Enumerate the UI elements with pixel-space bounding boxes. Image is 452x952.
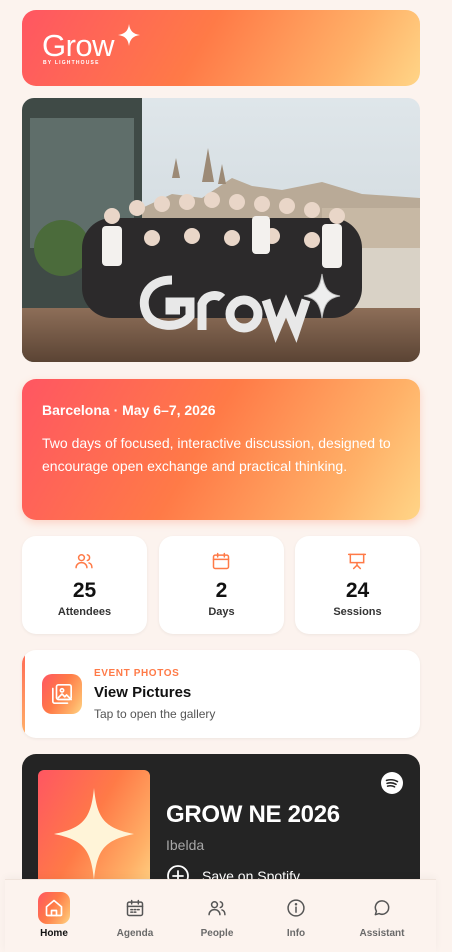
- stat-label: Days: [208, 606, 235, 618]
- logo-wordmark: Grow: [42, 28, 115, 63]
- nav-item-agenda[interactable]: Agenda: [100, 880, 170, 952]
- event-group-photo: [22, 98, 420, 362]
- event-date-location: Barcelona · May 6–7, 2026: [42, 402, 216, 418]
- nav-label: People: [200, 928, 234, 939]
- event-description: Two days of focused, interactive discuss…: [42, 435, 391, 474]
- photos-subtitle: Tap to open the gallery: [94, 707, 216, 721]
- sparkle-icon: [118, 24, 140, 46]
- spotify-icon[interactable]: [381, 772, 403, 794]
- playlist-artist[interactable]: Ibelda: [166, 837, 204, 853]
- nav-label: Info: [286, 928, 306, 939]
- home-icon: [45, 899, 63, 917]
- nav-item-assistant[interactable]: Assistant: [347, 880, 417, 952]
- event-info-card: Barcelona · May 6–7, 2026 Two days of fo…: [22, 379, 420, 520]
- header-banner: Grow BY LIGHTHOUSE: [22, 10, 420, 86]
- gallery-icon-tile: [42, 674, 82, 714]
- stat-label: Sessions: [333, 606, 382, 618]
- chat-icon-tile: [366, 892, 398, 924]
- logo-subtitle: BY LIGHTHOUSE: [43, 60, 100, 66]
- nav-label: Agenda: [116, 928, 154, 939]
- calendar-icon: [212, 552, 230, 570]
- nav-item-people[interactable]: People: [182, 880, 252, 952]
- people-icon: [75, 554, 93, 569]
- nav-label: Assistant: [359, 928, 405, 939]
- nav-item-home[interactable]: Home: [19, 880, 89, 952]
- calendar-icon-tile: [119, 892, 151, 924]
- chat-icon: [374, 900, 390, 916]
- playlist-title: GROW NE 2026: [166, 801, 340, 828]
- nav-label: Home: [40, 928, 68, 939]
- presentation-icon: [347, 553, 367, 570]
- nav-item-info[interactable]: Info: [261, 880, 331, 952]
- sparkle-icon: [54, 788, 134, 880]
- photos-eyebrow: EVENT PHOTOS: [94, 668, 180, 679]
- calendar-icon: [126, 899, 144, 917]
- info-icon: [287, 899, 305, 917]
- people-icon-tile: [201, 892, 233, 924]
- stat-value: 2: [215, 579, 228, 602]
- grow-logo[interactable]: Grow BY LIGHTHOUSE: [42, 24, 152, 76]
- gallery-icon: [52, 684, 72, 704]
- people-icon: [208, 901, 226, 916]
- stat-attendees: 25 Attendees: [22, 536, 147, 634]
- card-accent-bar: [22, 650, 25, 738]
- bottom-nav: Home Agenda People Info Assistant: [5, 879, 436, 952]
- info-icon-tile: [280, 892, 312, 924]
- stat-value: 24: [345, 579, 370, 602]
- stat-value: 25: [72, 579, 97, 602]
- stat-days: 2 Days: [159, 536, 284, 634]
- event-photos-card[interactable]: EVENT PHOTOS View Pictures Tap to open t…: [22, 650, 420, 738]
- home-icon-tile: [38, 892, 70, 924]
- stat-sessions: 24 Sessions: [295, 536, 420, 634]
- stat-label: Attendees: [57, 606, 112, 618]
- photos-title: View Pictures: [94, 684, 192, 701]
